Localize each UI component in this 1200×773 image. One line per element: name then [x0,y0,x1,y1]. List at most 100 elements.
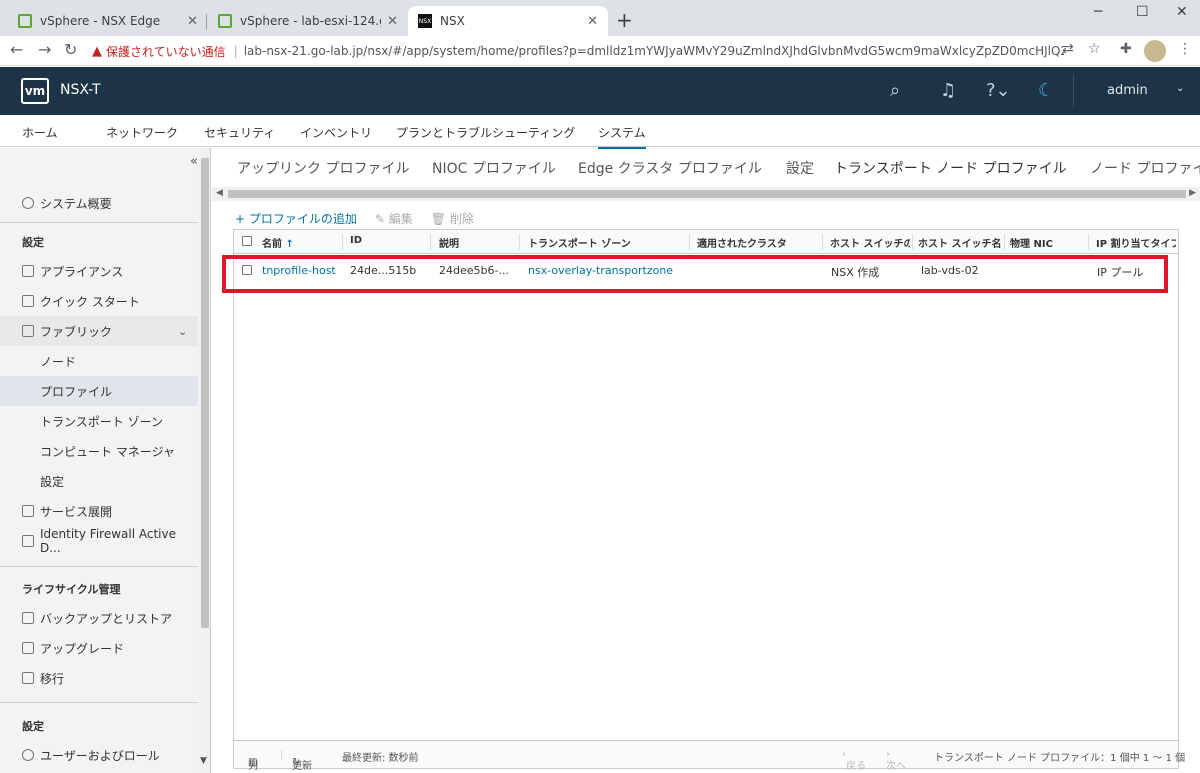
column-divider[interactable] [912,234,913,250]
help-icon[interactable]: ?⌄ [986,80,1011,101]
nav-security[interactable]: セキュリティ [204,124,275,141]
column-description[interactable]: 説明 [439,235,519,250]
column-divider[interactable] [1004,234,1005,250]
sidebar-item-migrate[interactable]: 移行 [0,663,198,693]
translate-icon[interactable]: ⇄ [1062,41,1074,57]
scroll-down-arrow-icon[interactable]: ▼ [200,756,207,766]
bell-icon[interactable]: ♫ [940,80,956,101]
collapse-sidebar-icon[interactable]: « [190,154,198,169]
sidebar-section-settings: 設定 [22,236,44,249]
profile-avatar-icon[interactable] [1144,40,1166,62]
column-id[interactable]: ID [350,235,430,246]
add-profile-button[interactable]: + プロファイルの追加 [235,210,357,227]
column-divider[interactable] [689,234,690,250]
column-applied-cluster[interactable]: 適用されたクラスタ [697,235,817,250]
product-title: NSX-T [60,82,101,98]
close-icon[interactable]: ✕ [587,14,598,29]
tab-uplink-profiles[interactable]: アップリンク プロファイル [237,158,409,178]
sidebar-section-lifecycle: ライフサイクル管理 [22,583,121,596]
column-divider[interactable] [1088,234,1089,250]
close-icon[interactable]: ✕ [187,14,198,29]
url-field[interactable]: ▲ 保護されていない通信 | lab-nsx-21.go-lab.jp/nsx/… [92,39,1082,63]
sidebar-item-label: バックアップとリストア [40,611,173,626]
column-divider[interactable] [342,234,343,250]
column-divider[interactable] [519,234,520,250]
header-divider [1073,75,1074,107]
tab-settings[interactable]: 設定 [786,158,814,178]
sidebar-item-users-roles[interactable]: ユーザーおよびロール [0,740,198,770]
scrollbar-thumb[interactable] [201,158,209,628]
sidebar-item-appliances[interactable]: アプライアンス [0,256,198,286]
column-ip-assignment[interactable]: IP 割り当てタイプ [1096,235,1176,250]
column-divider[interactable] [822,234,823,250]
extensions-puzzle-icon[interactable]: ✚ [1120,41,1132,57]
edit-button[interactable]: ✎ 編集 [375,210,413,227]
sidebar-item-fabric-settings[interactable]: 設定 [0,466,198,496]
sidebar-item-compute-managers[interactable]: コンピュート マネージャ [0,436,198,466]
nav-networking[interactable]: ネットワーク [106,124,178,141]
sidebar-item-transport-zones[interactable]: トランスポート ゾーン [0,406,198,436]
previous-page-button[interactable]: ‹ 戻る [842,749,866,772]
reload-icon[interactable]: ↻ [64,40,77,59]
sidebar-item-label: コンピュート マネージャ [40,444,175,459]
column-host-switch-mode[interactable]: ホスト スイッチの [830,235,910,250]
pencil-icon: ✎ [374,211,385,226]
sidebar-item-service-deployment[interactable]: サービス展開 [0,496,198,526]
sidebar-item-identity-firewall[interactable]: Identity Firewall Active D... [0,526,198,556]
maximize-icon[interactable]: ☐ [1136,4,1149,20]
window-close-icon[interactable]: ✕ [1176,4,1188,20]
browser-tab-vsphere-esxi[interactable]: vSphere - lab-esxi-124.go-lab.jp ✕ [208,6,408,36]
scroll-right-arrow-icon[interactable]: ▶ [1189,188,1196,198]
browser-tab-vsphere-edge[interactable]: vSphere - NSX Edge ✕ [8,6,208,36]
search-icon[interactable]: ⌕ [890,80,900,101]
tab-nioc-profiles[interactable]: NIOC プロファイル [432,158,556,178]
back-icon[interactable]: ← [10,40,23,59]
select-all-checkbox[interactable] [242,236,252,246]
nav-home[interactable]: ホーム [22,124,58,141]
next-page-button[interactable]: 次へ › [886,749,906,772]
bookmark-star-icon[interactable]: ☆ [1088,41,1101,57]
sidebar-item-label: アップグレード [40,641,125,656]
sidebar-item-backup-restore[interactable]: バックアップとリストア [0,603,198,633]
tabs-horizontal-scrollbar[interactable]: ◀ ▶ [212,187,1200,201]
column-host-switch-name[interactable]: ホスト スイッチ名 [918,235,1002,250]
column-name[interactable]: 名前 ↑ [262,235,332,250]
browser-menu-icon[interactable]: ⋮ [1178,41,1192,57]
minimize-icon[interactable]: ─ [1094,4,1102,20]
tab-edge-cluster-profiles[interactable]: Edge クラスタ プロファイル [578,158,762,178]
highlight-annotation-box [222,255,1168,293]
dark-mode-moon-icon[interactable]: ☾ [1038,80,1054,101]
column-transport-zone[interactable]: トランスポート ゾーン [528,235,678,250]
sidebar-divider [0,702,198,703]
forward-icon[interactable]: → [38,40,51,59]
scroll-left-arrow-icon[interactable]: ◀ [216,188,223,198]
browser-tab-nsx[interactable]: NSX NSX ✕ [408,6,608,36]
tab-node-profiles[interactable]: ノード プロファイル [1090,158,1200,178]
grid-header: 名前 ↑ ID 説明 トランスポート ゾーン 適用されたクラスタ ホスト スイッ… [234,230,1178,254]
column-divider[interactable] [430,234,431,250]
user-menu[interactable]: admin [1107,83,1148,98]
close-icon[interactable]: ✕ [387,14,398,29]
dashboard-icon [22,197,34,209]
tab-transport-node-profiles[interactable]: トランスポート ノード プロファイル [834,158,1067,186]
grid-toolbar: + プロファイルの追加 ✎ 編集 🗑 削除 [235,210,492,226]
new-tab-icon[interactable]: + [616,8,633,32]
sidebar-scrollbar[interactable] [199,148,210,773]
chevron-down-icon[interactable]: ⌄ [1176,83,1184,94]
sidebar-item-quick-start[interactable]: クイック スタート [0,286,198,316]
sidebar-item-nodes[interactable]: ノード [0,346,198,376]
column-physical-nic[interactable]: 物理 NIC [1010,235,1090,250]
sidebar-item-upgrade[interactable]: アップグレード [0,633,198,663]
sidebar-item-label: サービス展開 [40,504,113,519]
sidebar-item-fabric[interactable]: ファブリック ⌄ [0,316,198,346]
sidebar-item-system-overview[interactable]: システム概要 [0,188,198,218]
nav-system[interactable]: システム [598,124,646,149]
nav-plan-troubleshoot[interactable]: プランとトラブルシューティング [396,124,575,141]
nav-inventory[interactable]: インベントリ [300,124,372,141]
delete-button[interactable]: 🗑 削除 [431,210,474,227]
url-text: lab-nsx-21.go-lab.jp/nsx/#/app/system/ho… [243,44,1064,58]
sidebar-item-profiles[interactable]: プロファイル [0,376,198,406]
insecure-label[interactable]: 保護されていない通信 [106,43,226,60]
sidebar-divider [0,566,198,567]
scrollbar-thumb[interactable] [228,190,1186,198]
